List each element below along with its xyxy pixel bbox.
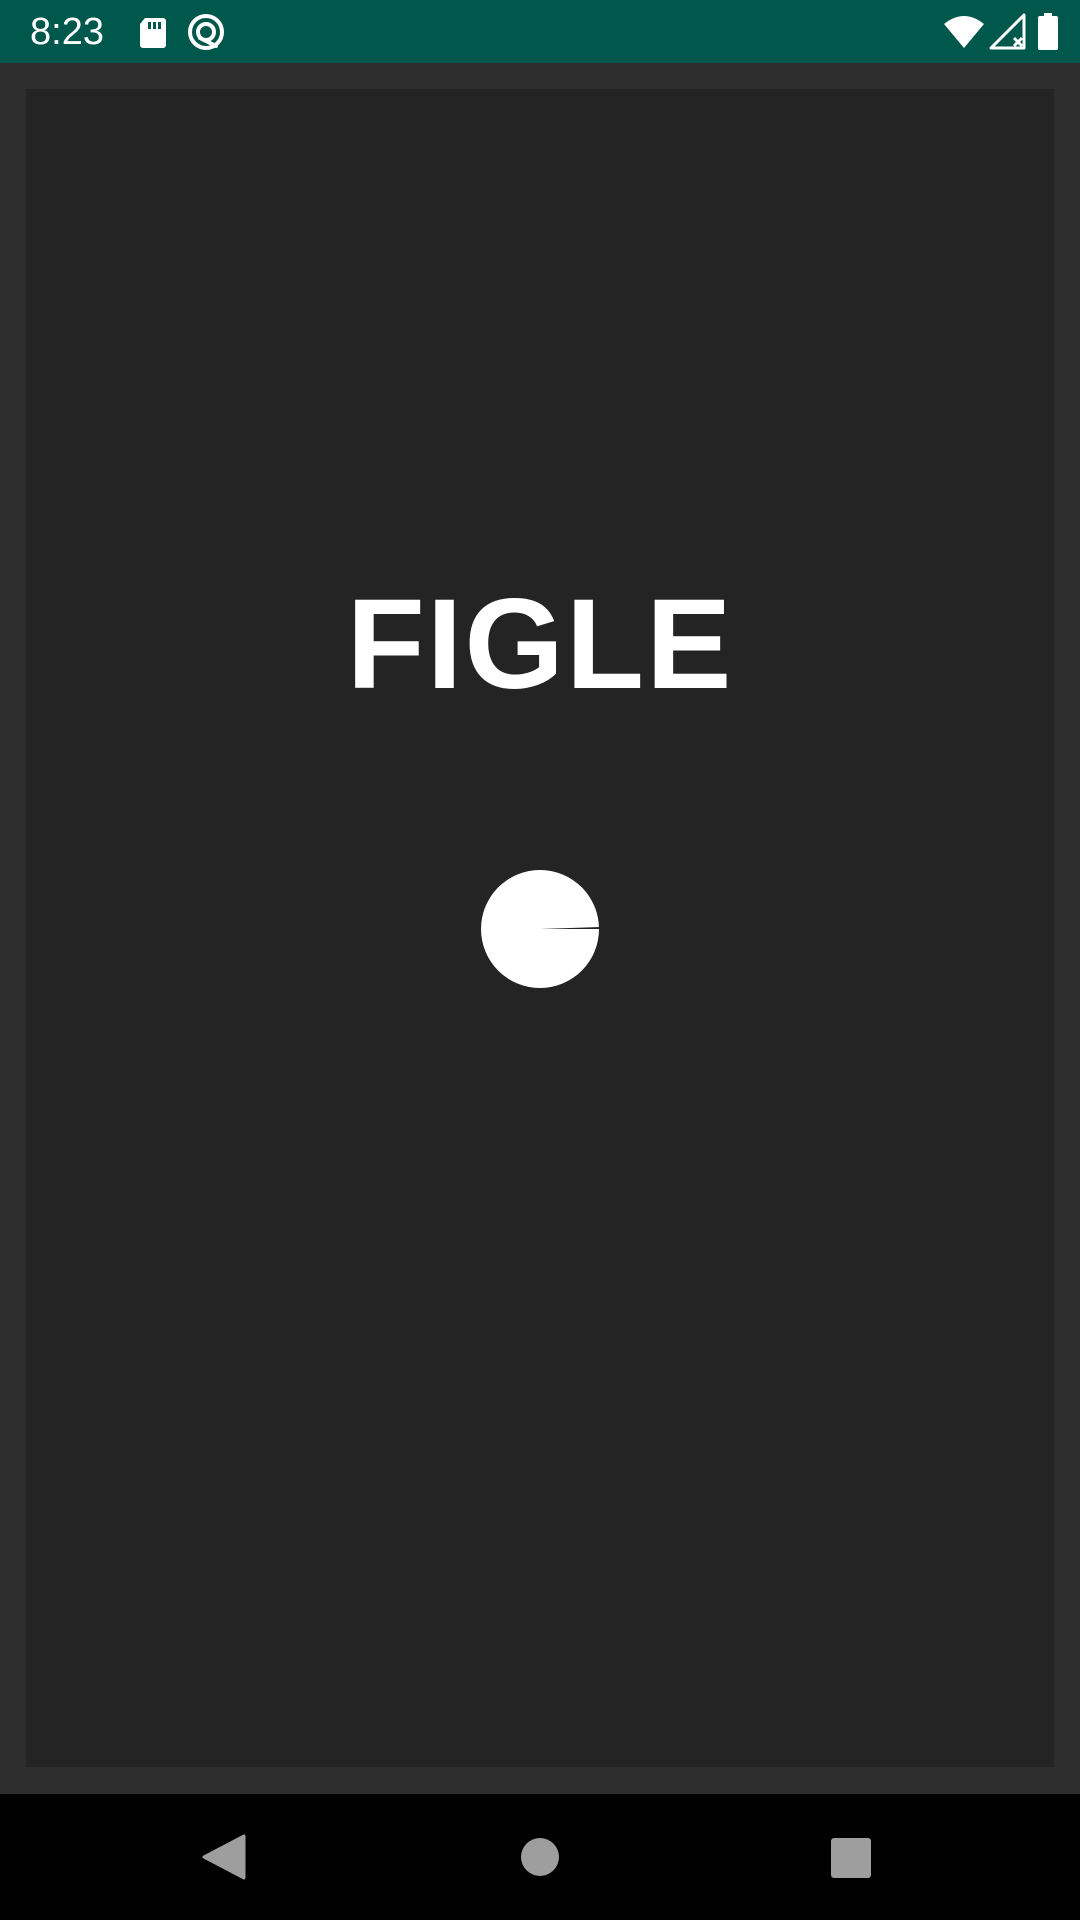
- home-button[interactable]: [510, 1827, 570, 1887]
- recents-button[interactable]: [820, 1827, 880, 1887]
- battery-icon: [1038, 13, 1058, 50]
- sd-card-icon: [140, 18, 166, 48]
- wifi-icon: [944, 16, 984, 48]
- navigation-bar: [0, 1794, 1080, 1920]
- app-title: FIGLE: [346, 573, 734, 716]
- back-button[interactable]: [196, 1827, 256, 1887]
- status-bar: 8:23: [0, 0, 1080, 63]
- screen: 8:23 FIGLE: [0, 0, 1080, 1920]
- status-time: 8:23: [30, 11, 104, 53]
- spinner-icon: [481, 870, 600, 988]
- signal-no-data-icon: [989, 13, 1026, 50]
- sync-icon: [188, 14, 224, 50]
